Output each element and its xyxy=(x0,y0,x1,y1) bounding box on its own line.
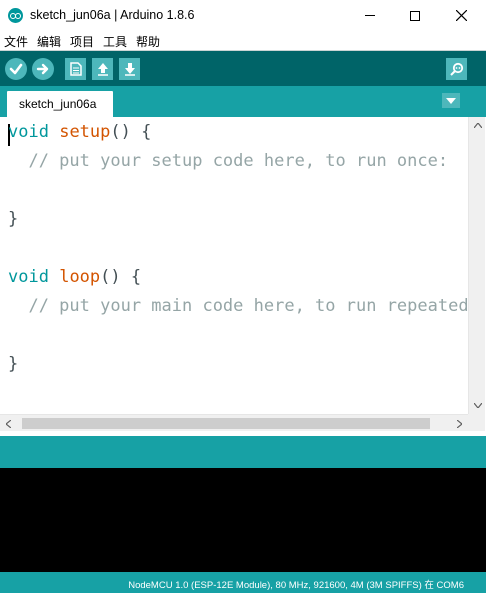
menu-file[interactable]: 文件 xyxy=(4,33,28,50)
code-line: } xyxy=(8,209,19,229)
upload-button[interactable] xyxy=(32,58,54,80)
vertical-scrollbar[interactable] xyxy=(468,117,485,414)
scroll-up-icon[interactable] xyxy=(469,117,486,134)
horizontal-scrollbar[interactable] xyxy=(0,414,468,431)
code-line: // put your setup code here, to run once… xyxy=(8,151,449,171)
menu-edit[interactable]: 编辑 xyxy=(37,33,61,50)
code-line: void setup() { xyxy=(8,122,152,142)
scroll-left-icon[interactable] xyxy=(0,415,17,432)
menu-help[interactable]: 帮助 xyxy=(136,33,160,50)
minimize-icon xyxy=(365,15,375,16)
minimize-button[interactable] xyxy=(347,0,393,31)
serial-monitor-button[interactable] xyxy=(446,58,467,80)
scroll-down-icon[interactable] xyxy=(469,397,486,414)
status-bar: NodeMCU 1.0 (ESP-12E Module), 80 MHz, 92… xyxy=(0,572,486,593)
magnifier-icon xyxy=(449,62,463,76)
arduino-logo-icon xyxy=(8,8,23,23)
code-editor[interactable]: void setup() { // put your setup code he… xyxy=(0,117,468,414)
window-title: sketch_jun06a | Arduino 1.8.6 xyxy=(30,8,195,22)
scrollbar-corner xyxy=(468,414,485,431)
verify-button[interactable] xyxy=(5,58,27,80)
code-line: void loop() { xyxy=(8,267,142,287)
horizontal-scroll-thumb[interactable] xyxy=(22,418,430,429)
board-status: NodeMCU 1.0 (ESP-12E Module), 80 MHz, 92… xyxy=(128,580,464,591)
open-sketch-button[interactable] xyxy=(92,58,113,80)
maximize-button[interactable] xyxy=(392,0,438,31)
new-sketch-button[interactable] xyxy=(65,58,86,80)
menu-bar: 文件 编辑 项目 工具 帮助 xyxy=(0,31,486,50)
title-bar: sketch_jun06a | Arduino 1.8.6 xyxy=(0,0,486,31)
code-line: } xyxy=(8,354,19,374)
tab-menu-button[interactable] xyxy=(442,93,460,108)
arrow-up-icon xyxy=(97,63,108,76)
scroll-right-icon[interactable] xyxy=(451,415,468,432)
menu-sketch[interactable]: 项目 xyxy=(70,33,94,50)
console-output[interactable] xyxy=(0,468,486,572)
arrow-right-icon xyxy=(36,63,49,75)
code-line: // put your main code here, to run repea… xyxy=(8,296,468,316)
menu-tools[interactable]: 工具 xyxy=(103,33,127,50)
save-sketch-button[interactable] xyxy=(119,58,140,80)
checkmark-icon xyxy=(9,63,23,75)
close-button[interactable] xyxy=(438,0,484,31)
triangle-down-icon xyxy=(446,97,456,104)
tab-sketch[interactable]: sketch_jun06a xyxy=(7,91,113,117)
close-icon xyxy=(455,10,467,21)
new-file-icon xyxy=(69,62,82,76)
toolbar xyxy=(0,50,486,86)
tab-strip: sketch_jun06a xyxy=(0,86,486,117)
maximize-icon xyxy=(410,10,420,21)
console-header xyxy=(0,436,486,468)
arrow-down-icon xyxy=(124,63,135,76)
tab-sketch-label: sketch_jun06a xyxy=(19,97,97,111)
